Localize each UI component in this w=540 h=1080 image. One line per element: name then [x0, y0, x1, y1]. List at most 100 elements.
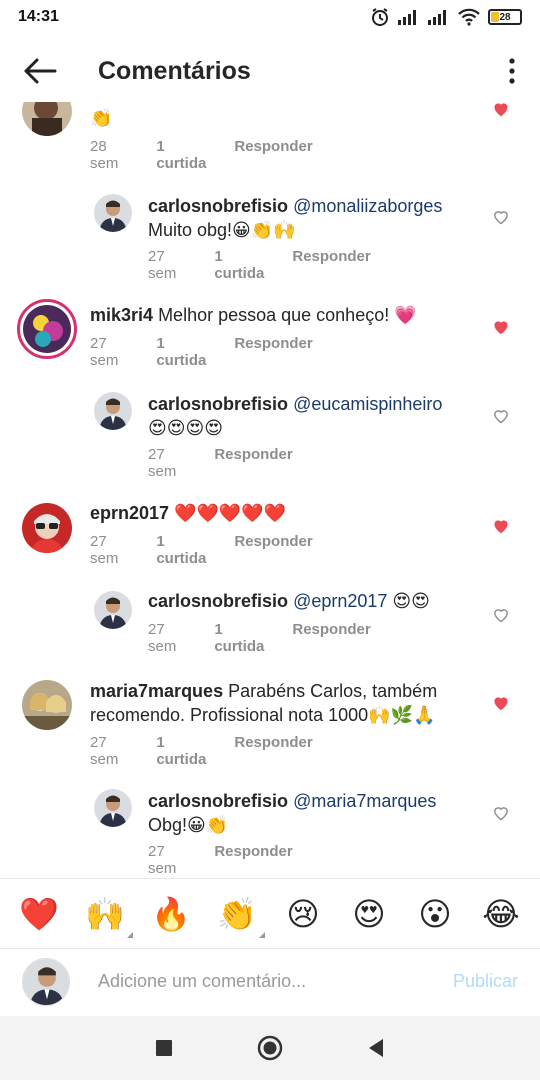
reply-button[interactable]: Responder — [234, 335, 312, 369]
comment-time: 27 sem — [90, 533, 119, 567]
reply-button[interactable]: Responder — [214, 843, 292, 877]
avatar[interactable] — [17, 299, 77, 359]
reply-button[interactable]: Responder — [234, 734, 312, 768]
avatar[interactable] — [22, 680, 72, 730]
comment-text: 😍😍 — [392, 591, 430, 611]
signal-icon-2 — [428, 10, 446, 25]
comment-time: 27 sem — [148, 843, 177, 877]
reply-button[interactable]: Responder — [234, 533, 312, 567]
heart-filled-icon — [494, 520, 508, 534]
comment-username[interactable]: mik3ri4 — [90, 305, 153, 325]
like-button[interactable] — [488, 602, 514, 628]
comment-username[interactable]: carlosnobrefisio — [148, 591, 288, 611]
avatar[interactable] — [94, 392, 132, 430]
comment-meta: 27 sem 1 curtida Responder — [90, 533, 313, 567]
square-icon — [156, 1040, 172, 1056]
comment-meta: 27 sem 1 curtida Responder — [90, 335, 313, 369]
like-button[interactable] — [488, 690, 514, 716]
signal-icon-1 — [398, 10, 416, 25]
status-icons: 28 — [370, 7, 522, 27]
comment-mention[interactable]: @maria7marques — [293, 791, 436, 811]
circle-icon — [257, 1035, 283, 1061]
comment-mention[interactable]: @eucamispinheiro — [293, 394, 442, 414]
triangle-back-icon — [369, 1039, 383, 1057]
like-button[interactable] — [488, 102, 514, 122]
comment-text: Melhor pessoa que conheço! 💗 — [158, 305, 417, 325]
more-vertical-icon — [509, 58, 515, 84]
emoji-raising-hands-button[interactable]: 🙌 — [83, 892, 133, 938]
like-button[interactable] — [488, 403, 514, 429]
home-button[interactable] — [257, 1035, 283, 1061]
emoji-crying-button[interactable]: 😢 — [281, 892, 325, 936]
reply-button[interactable]: Responder — [214, 446, 292, 480]
emoji-fire-button[interactable]: 🔥 — [149, 892, 193, 936]
emoji-laughing-button[interactable]: 😂 — [479, 892, 523, 936]
own-avatar — [22, 957, 70, 1006]
like-button[interactable] — [488, 800, 514, 826]
comment-text: Obg!😀👏 — [148, 815, 229, 835]
header: Comentários — [0, 40, 540, 102]
like-button[interactable] — [488, 314, 514, 340]
comment-composer: Publicar — [0, 948, 540, 1014]
heart-filled-icon — [494, 103, 508, 117]
comment-input[interactable] — [98, 971, 453, 992]
comments-list[interactable]: 👏 28 sem 1 curtida Responder carlosnobre… — [0, 102, 540, 878]
comment-username[interactable]: carlosnobrefisio — [148, 394, 288, 414]
emoji-heart-eyes-button[interactable]: 😍 — [347, 892, 391, 936]
comment-likes[interactable]: 1 curtida — [214, 621, 264, 655]
comment-mention[interactable]: @monaliizaborges — [293, 196, 442, 216]
comment-meta: 27 sem Responder — [148, 446, 293, 480]
comment-time: 27 sem — [148, 621, 177, 655]
comment-likes[interactable]: 1 curtida — [214, 248, 264, 282]
recents-button[interactable] — [155, 1039, 173, 1057]
comment-likes[interactable]: 1 curtida — [156, 138, 206, 172]
comment-username[interactable]: carlosnobrefisio — [148, 196, 288, 216]
emoji-surprised-button[interactable]: 😮 — [413, 892, 457, 936]
status-time: 14:31 — [18, 8, 59, 25]
avatar[interactable] — [94, 789, 132, 827]
comment-time: 27 sem — [90, 335, 119, 369]
comment-username[interactable]: carlosnobrefisio — [148, 791, 288, 811]
comment-text: 👏 — [90, 108, 113, 128]
heart-outline-icon — [494, 807, 508, 821]
comment-meta: 27 sem 1 curtida Responder — [148, 621, 371, 655]
heart-outline-icon — [494, 211, 508, 225]
comment-text: Muito obg!😀👏🙌 — [148, 220, 296, 240]
wifi-icon — [458, 8, 480, 26]
reply-button[interactable]: Responder — [292, 621, 370, 655]
comment-meta: 27 sem 1 curtida Responder — [90, 734, 313, 768]
publish-button[interactable]: Publicar — [453, 971, 518, 992]
like-button[interactable] — [488, 204, 514, 230]
comment-meta: 27 sem 1 curtida Responder — [148, 248, 371, 282]
comment-likes[interactable]: 1 curtida — [156, 533, 206, 567]
comment-likes[interactable]: 1 curtida — [156, 335, 206, 369]
emoji-heart-button[interactable]: ❤️ — [17, 892, 61, 936]
reply-button[interactable]: Responder — [234, 138, 312, 172]
emoji-clap-button[interactable]: 👏 — [215, 892, 265, 938]
comment-likes[interactable]: 1 curtida — [156, 734, 206, 768]
comment-username[interactable]: eprn2017 — [90, 503, 169, 523]
comment-time: 27 sem — [148, 248, 177, 282]
avatar[interactable] — [94, 194, 132, 232]
comment-mention[interactable]: @eprn2017 — [293, 591, 387, 611]
back-button[interactable] — [12, 43, 68, 99]
alarm-icon — [372, 8, 388, 26]
status-bar: 14:31 28 — [0, 0, 540, 34]
heart-filled-icon — [494, 321, 508, 335]
comment-time: 27 sem — [148, 446, 177, 480]
heart-filled-icon — [494, 697, 508, 711]
reply-button[interactable]: Responder — [292, 248, 370, 282]
heart-outline-icon — [494, 609, 508, 623]
system-nav-bar — [0, 1016, 540, 1080]
comment-time: 28 sem — [90, 138, 119, 172]
more-options-button[interactable] — [492, 43, 532, 99]
heart-outline-icon — [494, 410, 508, 424]
avatar[interactable] — [22, 503, 72, 553]
arrow-left-icon — [24, 58, 57, 84]
like-button[interactable] — [488, 513, 514, 539]
avatar[interactable] — [22, 102, 72, 136]
back-nav-button[interactable] — [367, 1038, 385, 1058]
page-title: Comentários — [98, 56, 251, 85]
comment-username[interactable]: maria7marques — [90, 681, 223, 701]
avatar[interactable] — [94, 591, 132, 629]
